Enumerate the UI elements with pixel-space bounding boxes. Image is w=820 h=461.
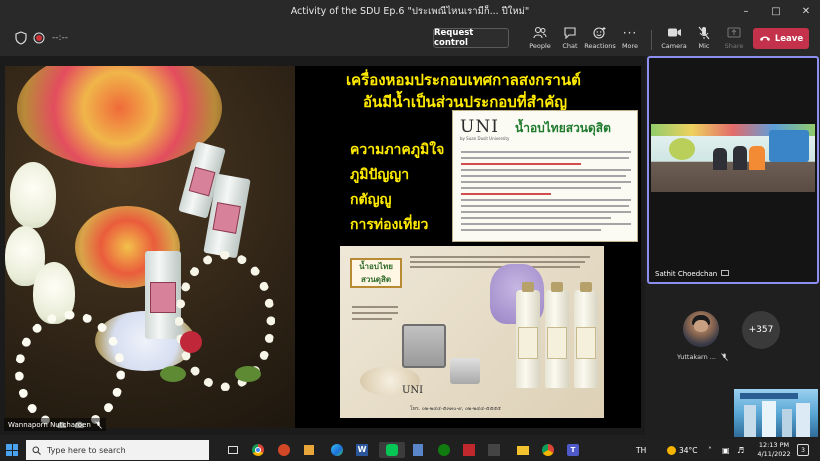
camera-icon [667,28,681,37]
meeting-toolbar: --:-- Request control People Chat Reacti… [0,22,820,56]
request-control-button[interactable]: Request control [433,28,509,48]
avatar[interactable] [683,311,719,347]
chevron-up-icon[interactable]: ˄ [708,439,712,461]
uni-logo: UNI [460,117,499,137]
reactions-button[interactable]: Reactions [584,25,616,53]
network-icon[interactable]: ▣ [722,439,730,461]
people-icon [533,26,547,39]
more-participants-button[interactable]: +357 [742,311,780,349]
product-image: น้ำอบไทย สวนดุสิต UNI โทร. ๐๒-๒๔๔-๕๓๓๐-๙… [340,246,604,418]
mic-off-icon [698,26,710,39]
participant-video-name: Sathit Choedchan [655,270,718,278]
weather-widget[interactable]: 34°C [667,439,698,461]
reactions-icon [593,27,606,39]
people-label: People [529,42,551,50]
fragrance-photo [5,66,295,428]
product-uni-logo: UNI [402,385,424,396]
camera-label: Camera [661,42,687,50]
product-tag-line2: สวนดุสิต [360,275,392,284]
article-image: UNI by Suan Dusit University น้ำอบไทยสวน… [452,110,638,242]
edge-icon[interactable] [329,442,345,458]
share-label: Share [724,42,744,50]
product-tag: น้ำอบไทย สวนดุสิต [350,258,402,288]
close-icon[interactable]: ✕ [792,0,820,22]
product-footer: โทร. ๐๒-๒๔๔-๕๓๓๐-๙, ๐๒-๒๔๔-๕๕๕๕ [410,406,501,412]
meeting-timer: --:-- [52,33,69,43]
more-button[interactable]: ··· More [614,25,646,53]
window-title: Activity of the SDU Ep.6 "ประเพณีไหนเราม… [290,5,530,17]
title-bar: Activity of the SDU Ep.6 "ประเพณีไหนเราม… [0,0,820,22]
avatar-name: Yuttakarn ... [677,353,716,361]
teams-icon[interactable]: T [565,442,581,458]
file-explorer-icon[interactable] [515,442,531,458]
taskbar-clock[interactable]: 12:13 PM 4/11/2022 [756,441,792,459]
mic-off-icon [95,420,102,429]
share-button[interactable]: Share [718,25,750,53]
windows-taskbar: Type here to search W T TH 34°C ˄ ▣ ♬ 12… [0,439,820,461]
product-tag-line1: น้ำอบไทย [359,262,393,271]
notification-icon[interactable]: 3 [797,444,809,456]
mic-label: Mic [698,42,710,50]
participant-video [651,124,815,192]
word-icon[interactable]: W [354,442,370,458]
volume-icon[interactable]: ♬ [737,439,744,461]
presenter-name-tag: Wannaporn Nutcharoen [4,418,106,431]
shield-icon[interactable] [14,31,28,45]
app-dark-icon[interactable] [486,442,502,458]
minimize-icon[interactable]: – [732,0,760,22]
participant-video-tile[interactable]: Sathit Choedchan [647,56,819,284]
line-icon[interactable] [379,442,405,458]
leave-button[interactable]: Leave [753,28,809,49]
self-view-thumbnail[interactable] [734,389,818,437]
app-red-icon[interactable] [461,442,477,458]
list-item: ภูมิปัญญา [350,167,410,183]
slide-heading-line1: เครื่องหอมประกอบเทศกาลสงกรานต์ [346,71,581,89]
share-icon [727,27,741,37]
weather-temp: 34°C [679,445,698,455]
presenter-name: Wannaporn Nutcharoen [8,420,91,429]
sun-icon [667,445,676,455]
media-player-icon[interactable] [301,442,317,458]
toolbar-divider [651,30,652,50]
teams-window: Activity of the SDU Ep.6 "ประเพณีไหนเราม… [0,0,820,461]
phone-hangup-icon [759,36,770,41]
more-label: More [621,42,639,50]
article-title: น้ำอบไทยสวนดุสิต [515,121,611,135]
more-icon: ··· [622,25,638,40]
search-placeholder: Type here to search [47,445,126,455]
avatar-name-tag: Yuttakarn ... [677,353,716,361]
search-icon [32,446,41,455]
screen-share-icon [721,270,730,276]
participant-video-name-tag: Sathit Choedchan [655,270,730,278]
mic-off-icon [721,353,728,361]
leave-label: Leave [774,33,804,44]
taskbar-search-input[interactable]: Type here to search [26,440,209,460]
list-item: การท่องเที่ยว [350,217,429,233]
clock-date: 4/11/2022 [757,450,791,458]
maximize-icon[interactable]: □ [762,0,790,22]
chat-button[interactable]: Chat [554,25,586,53]
uni-logo-sub: by Suan Dusit University [460,136,510,141]
clock-time: 12:13 PM [758,441,790,449]
shared-slide: เครื่องหอมประกอบเทศกาลสงกรานต์ อันมีน้ำเ… [5,66,641,428]
people-button[interactable]: People [524,25,556,53]
chrome-icon[interactable] [250,442,266,458]
chrome-icon[interactable] [540,442,556,458]
slide-bullet-list: ความภาคภูมิใจ ภูมิปัญญา กตัญญู การท่องเท… [350,138,444,238]
reactions-label: Reactions [584,42,616,50]
windows-start-icon[interactable] [6,444,18,456]
task-view-icon[interactable] [225,442,241,458]
xbox-icon[interactable] [436,442,452,458]
mic-button[interactable]: Mic [688,25,720,53]
camera-button[interactable]: Camera [658,25,690,53]
powerpoint-icon[interactable] [276,442,292,458]
list-item: ความภาคภูมิใจ [350,142,445,158]
recording-icon [33,32,45,44]
input-language-indicator[interactable]: TH [636,439,646,461]
chat-label: Chat [562,42,578,50]
chat-icon [564,27,576,39]
list-item: กตัญญู [350,192,392,208]
participants-panel: Sathit Choedchan Yuttakarn ... +357 [645,56,820,437]
calculator-icon[interactable] [410,442,426,458]
